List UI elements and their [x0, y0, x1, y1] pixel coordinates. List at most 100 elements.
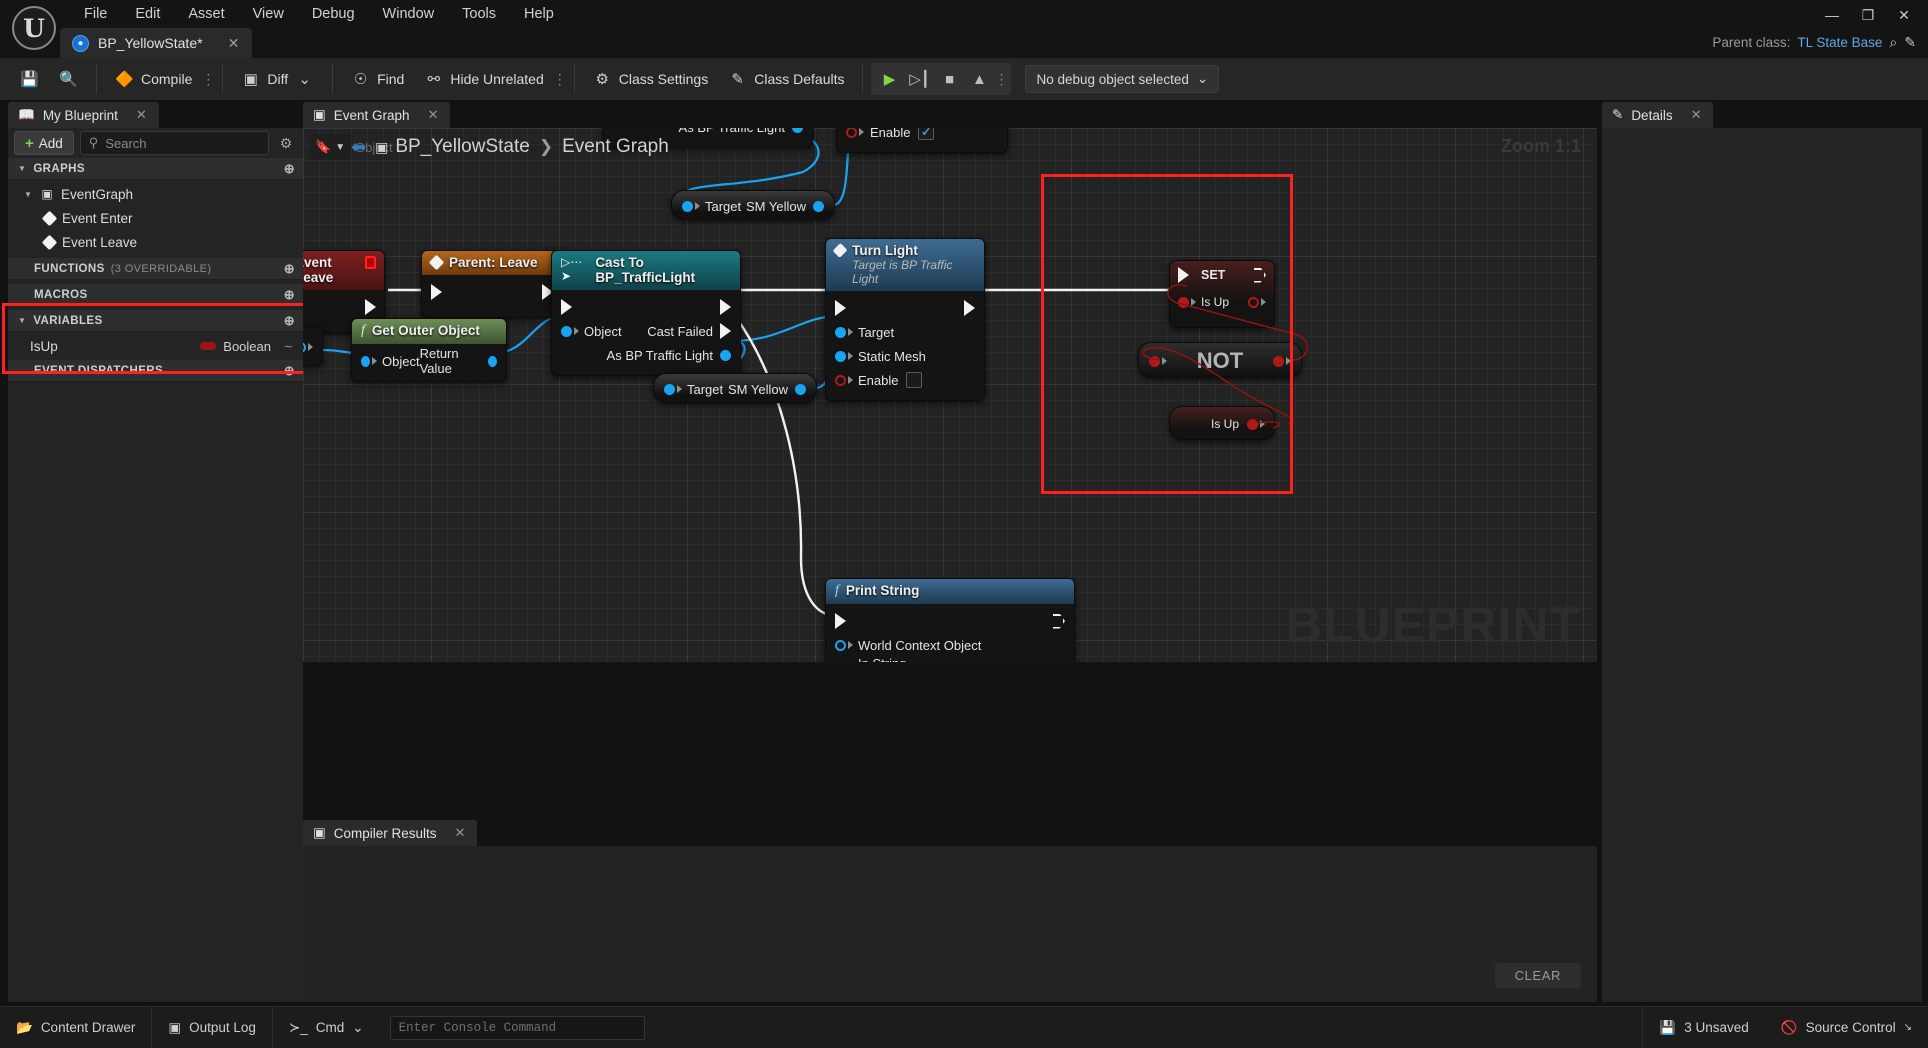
- close-icon[interactable]: ✕: [455, 825, 466, 841]
- pin-dot-object-icon[interactable]: [835, 639, 846, 651]
- exec-in-pin-icon[interactable]: [561, 299, 572, 315]
- pin-dot-blue-icon[interactable]: [487, 355, 497, 367]
- find-button[interactable]: ☉ Find: [341, 63, 414, 95]
- add-macro-icon[interactable]: ⊕: [284, 287, 295, 303]
- close-button[interactable]: ✕: [1886, 1, 1922, 29]
- exec-in-pin-icon[interactable]: [1178, 267, 1189, 283]
- hide-unrelated-options-icon[interactable]: ⋮: [553, 63, 567, 95]
- pin-static-mesh[interactable]: Static Mesh: [826, 344, 984, 368]
- pin-dot-blue-icon[interactable]: [835, 326, 846, 338]
- close-icon[interactable]: ✕: [428, 107, 439, 123]
- pin-world-context-object[interactable]: World Context Object: [826, 633, 1074, 657]
- pin-dot-blue-icon[interactable]: [795, 383, 806, 395]
- pin-dot-blue-icon[interactable]: [361, 355, 371, 367]
- node-turn-light-top[interactable]: Static Mesh Enable ✓: [836, 128, 1008, 153]
- exec-out-pin-icon[interactable]: [1053, 613, 1065, 629]
- menu-item-file[interactable]: File: [70, 3, 121, 25]
- breadcrumb-item-blueprint[interactable]: ▣ BP_YellowState: [375, 136, 530, 158]
- pin-dot-bool-out-icon[interactable]: [1272, 355, 1284, 367]
- tree-item-eventgraph[interactable]: ▼ ▣ EventGraph: [8, 184, 303, 204]
- node-not[interactable]: NOT: [1138, 342, 1302, 378]
- pin-dot-blue-icon[interactable]: [720, 349, 731, 361]
- eject-button[interactable]: ▲: [965, 65, 993, 93]
- close-icon[interactable]: ✕: [1691, 107, 1702, 123]
- add-graph-icon[interactable]: ⊕: [284, 161, 295, 177]
- pin-dot-blue-icon[interactable]: [682, 200, 693, 212]
- section-macros[interactable]: MACROS ⊕: [8, 284, 303, 306]
- edit-icon[interactable]: ✎: [1904, 34, 1916, 51]
- graph-canvas[interactable]: 🔖 ▼ Object ⬅ ▣ BP_YellowState ❯ Event Gra…: [303, 128, 1597, 662]
- cmd-button[interactable]: ≻_ Cmd ⌄: [273, 1007, 380, 1048]
- node-set-isup[interactable]: SET Is Up: [1169, 260, 1275, 328]
- pin-dot-blue-icon[interactable]: [792, 128, 803, 133]
- tab-compiler-results[interactable]: ▣ Compiler Results ✕: [303, 820, 478, 846]
- node-get-outer-object[interactable]: f Get Outer Object Object Return Value: [351, 318, 507, 382]
- step-button[interactable]: ▷┃: [905, 65, 933, 93]
- section-event-dispatchers[interactable]: EVENT DISPATCHERS ⊕: [8, 360, 303, 382]
- pin-object[interactable]: Object Return Value: [352, 346, 506, 376]
- debug-object-selector[interactable]: No debug object selected ⌄: [1025, 65, 1220, 93]
- menu-item-view[interactable]: View: [239, 3, 298, 25]
- tab-event-graph[interactable]: ▣ Event Graph ✕: [303, 102, 451, 128]
- pin-dot-blue-icon[interactable]: [561, 325, 572, 337]
- pin-dot-object-icon[interactable]: [303, 341, 306, 353]
- add-button[interactable]: + Add: [14, 131, 74, 155]
- output-log-button[interactable]: ▣ Output Log: [152, 1006, 273, 1048]
- diff-button[interactable]: ▣ Diff ⌄: [231, 63, 324, 95]
- exec-cast-failed-pin-icon[interactable]: [720, 323, 731, 339]
- play-options-icon[interactable]: ⋮: [994, 63, 1008, 95]
- console-command-input[interactable]: Enter Console Command: [389, 1015, 645, 1040]
- unsaved-button[interactable]: 💾 3 Unsaved: [1642, 1006, 1764, 1048]
- pin-dot-bool-out-icon[interactable]: [1248, 296, 1259, 308]
- pin-dot-bool-icon[interactable]: [1178, 296, 1189, 308]
- pin-target[interactable]: Target: [826, 320, 984, 344]
- variable-row-isup[interactable]: IsUp Boolean ∼: [8, 335, 303, 357]
- close-icon[interactable]: ✕: [136, 107, 147, 123]
- add-variable-icon[interactable]: ⊕: [284, 313, 295, 329]
- clear-button[interactable]: CLEAR: [1494, 963, 1581, 988]
- unreal-logo-icon[interactable]: U: [12, 6, 56, 50]
- node-print-string[interactable]: f Print String World Context Object: [825, 578, 1075, 662]
- pin-exec-out[interactable]: [303, 295, 384, 319]
- stop-button[interactable]: ■: [935, 65, 963, 93]
- tab-details[interactable]: ✎ Details ✕: [1602, 102, 1714, 128]
- save-button[interactable]: 💾: [10, 63, 49, 95]
- parent-class-value[interactable]: TL State Base: [1797, 35, 1882, 50]
- menu-item-help[interactable]: Help: [510, 3, 568, 25]
- variable-visibility-icon[interactable]: ∼: [284, 340, 293, 353]
- section-variables[interactable]: ▼ VARIABLES ⊕: [8, 310, 303, 332]
- play-button[interactable]: ▶: [875, 65, 903, 93]
- menu-item-asset[interactable]: Asset: [174, 3, 238, 25]
- class-defaults-button[interactable]: ✎ Class Defaults: [718, 63, 854, 95]
- search-input[interactable]: ⚲ Search: [79, 131, 269, 155]
- pin-dot-bool-in-icon[interactable]: [1149, 355, 1160, 367]
- search-icon[interactable]: ⌕: [1889, 34, 1897, 51]
- section-graphs[interactable]: ▼ GRAPHS ⊕: [8, 158, 303, 180]
- node-turn-light[interactable]: Turn Light Target is BP Traffic Light Ta…: [825, 238, 985, 401]
- document-tab-bp-yellowstate[interactable]: ● BP_YellowState* ✕: [60, 28, 253, 58]
- chevron-down-icon[interactable]: ⌄: [352, 1020, 363, 1036]
- pin-as-bp-traffic-light[interactable]: As BP Traffic Light: [552, 343, 740, 367]
- chevron-down-icon[interactable]: ⌄: [295, 70, 314, 89]
- menu-item-tools[interactable]: Tools: [448, 3, 510, 25]
- pin-dot-bool-icon[interactable]: [835, 374, 846, 386]
- exec-in-pin-icon[interactable]: [431, 284, 442, 300]
- section-functions[interactable]: FUNCTIONS (3 OVERRIDABLE) ⊕: [8, 258, 303, 280]
- node-cast-to-bp-trafficlight[interactable]: ▷⋯➤ Cast To BP_TrafficLight Object Cast …: [551, 250, 741, 376]
- pin-enable[interactable]: Enable: [826, 368, 984, 392]
- add-function-icon[interactable]: ⊕: [284, 261, 295, 277]
- menu-item-debug[interactable]: Debug: [298, 3, 369, 25]
- node-get-isup[interactable]: Is Up: [1169, 406, 1275, 440]
- exec-pin-icon[interactable]: [365, 299, 376, 315]
- tab-my-blueprint[interactable]: 📖 My Blueprint ✕: [8, 102, 159, 128]
- node-sm-yellow-top[interactable]: Target SM Yellow: [671, 190, 835, 220]
- browse-button[interactable]: 🔍: [49, 63, 88, 95]
- source-control-button[interactable]: 🚫 Source Control ↘: [1765, 1007, 1928, 1048]
- exec-in-pin-icon[interactable]: [835, 613, 846, 629]
- node-parent-leave[interactable]: Parent: Leave: [421, 250, 563, 318]
- node-cropped-left[interactable]: [303, 326, 323, 366]
- compile-button[interactable]: 🔶 Compile: [105, 63, 202, 95]
- minimize-button[interactable]: —: [1814, 1, 1850, 29]
- content-drawer-button[interactable]: 📂 Content Drawer: [0, 1006, 153, 1048]
- exec-out-pin-icon[interactable]: [964, 300, 975, 316]
